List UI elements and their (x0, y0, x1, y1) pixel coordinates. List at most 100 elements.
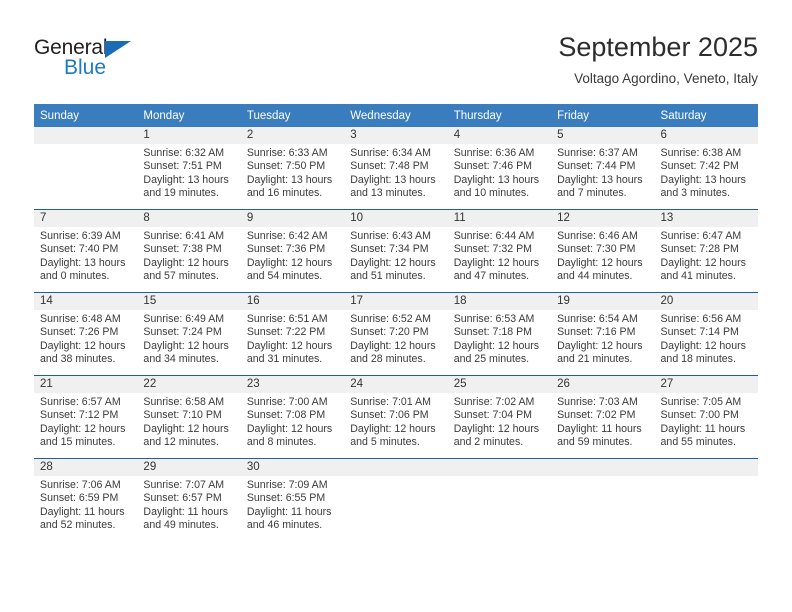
daylight-text-line1: Daylight: 11 hours (40, 505, 125, 518)
day-cell[interactable]: 27 Sunrise: 7:05 AM Sunset: 7:00 PM Dayl… (654, 375, 758, 459)
calendar-page: General Blue September 2025 Voltago Agor… (0, 0, 792, 612)
weekday-header-friday: Friday (551, 104, 655, 127)
daylight-text-line1: Daylight: 12 hours (246, 339, 333, 352)
sunrise-text: Sunrise: 6:46 AM (557, 230, 638, 242)
daylight-text-line2: and 49 minutes. (143, 519, 219, 532)
sunset-text: Sunset: 7:32 PM (453, 243, 533, 256)
day-cell[interactable]: 10 Sunrise: 6:43 AM Sunset: 7:34 PM Dayl… (344, 209, 448, 293)
sunrise-text: Sunrise: 7:00 AM (246, 396, 328, 408)
day-cell[interactable] (654, 458, 758, 541)
day-number: 8 (137, 210, 241, 227)
day-cell[interactable]: 7 Sunrise: 6:39 AM Sunset: 7:40 PM Dayli… (34, 209, 138, 293)
daylight-text-line2: and 10 minutes. (453, 187, 530, 200)
day-cell[interactable]: 6 Sunrise: 6:38 AM Sunset: 7:42 PM Dayli… (654, 127, 758, 210)
day-number: 12 (551, 210, 655, 227)
day-number (551, 459, 655, 476)
day-cell[interactable]: 21 Sunrise: 6:57 AM Sunset: 7:12 PM Dayl… (34, 375, 138, 459)
daylight-text-line1: Daylight: 12 hours (557, 256, 643, 269)
day-cell[interactable]: 11 Sunrise: 6:44 AM Sunset: 7:32 PM Dayl… (447, 209, 552, 293)
sunset-text: Sunset: 7:06 PM (350, 409, 429, 422)
daylight-text-line1: Daylight: 13 hours (350, 173, 436, 186)
day-cell[interactable]: 15 Sunrise: 6:49 AM Sunset: 7:24 PM Dayl… (137, 292, 241, 376)
calendar-table: Sunday Monday Tuesday Wednesday Thursday… (34, 104, 758, 541)
daylight-text-line1: Daylight: 11 hours (557, 422, 642, 435)
sunset-text: Sunset: 7:30 PM (557, 243, 636, 256)
day-cell[interactable]: 16 Sunrise: 6:51 AM Sunset: 7:22 PM Dayl… (240, 292, 345, 376)
weekday-header-thursday: Thursday (447, 104, 552, 127)
sunrise-text: Sunrise: 6:44 AM (453, 230, 535, 242)
sunset-text: Sunset: 7:02 PM (557, 409, 636, 422)
daylight-text-line1: Daylight: 12 hours (40, 422, 126, 435)
sunset-text: Sunset: 7:26 PM (40, 326, 119, 339)
daylight-text-line1: Daylight: 11 hours (143, 505, 229, 518)
day-number: 30 (240, 459, 345, 476)
daylight-text-line1: Daylight: 12 hours (660, 339, 746, 352)
day-cell[interactable]: 24 Sunrise: 7:01 AM Sunset: 7:06 PM Dayl… (344, 375, 448, 459)
day-cell[interactable]: 4 Sunrise: 6:36 AM Sunset: 7:46 PM Dayli… (447, 127, 552, 210)
day-number (344, 459, 448, 476)
sunset-text: Sunset: 7:40 PM (40, 243, 119, 256)
daylight-text-line2: and 41 minutes. (660, 270, 736, 283)
sunset-text: Sunset: 7:34 PM (350, 243, 429, 256)
calendar-header-row: Sunday Monday Tuesday Wednesday Thursday… (34, 104, 758, 127)
daylight-text-line1: Daylight: 12 hours (143, 339, 229, 352)
day-cell[interactable]: 8 Sunrise: 6:41 AM Sunset: 7:38 PM Dayli… (137, 209, 241, 293)
sunrise-text: Sunrise: 6:33 AM (246, 147, 328, 159)
day-cell[interactable]: 22 Sunrise: 6:58 AM Sunset: 7:10 PM Dayl… (137, 375, 241, 459)
day-cell[interactable]: 17 Sunrise: 6:52 AM Sunset: 7:20 PM Dayl… (344, 292, 448, 376)
day-cell[interactable]: 9 Sunrise: 6:42 AM Sunset: 7:36 PM Dayli… (240, 209, 345, 293)
day-cell[interactable]: 3 Sunrise: 6:34 AM Sunset: 7:48 PM Dayli… (344, 127, 448, 210)
day-cell[interactable]: 12 Sunrise: 6:46 AM Sunset: 7:30 PM Dayl… (551, 209, 655, 293)
day-cell[interactable]: 14 Sunrise: 6:48 AM Sunset: 7:26 PM Dayl… (34, 292, 138, 376)
day-number: 27 (654, 376, 758, 393)
sunrise-text: Sunrise: 6:51 AM (246, 313, 328, 325)
daylight-text-line1: Daylight: 12 hours (246, 422, 333, 435)
sunset-text: Sunset: 7:22 PM (246, 326, 326, 339)
sunset-text: Sunset: 7:04 PM (453, 409, 533, 422)
day-cell[interactable] (551, 458, 655, 541)
day-cell[interactable] (344, 458, 448, 541)
sunrise-text: Sunrise: 7:01 AM (350, 396, 431, 408)
day-cell[interactable]: 23 Sunrise: 7:00 AM Sunset: 7:08 PM Dayl… (240, 375, 345, 459)
day-number: 24 (344, 376, 448, 393)
daylight-text-line2: and 34 minutes. (143, 353, 219, 366)
sunset-text: Sunset: 7:16 PM (557, 326, 636, 339)
day-cell[interactable]: 5 Sunrise: 6:37 AM Sunset: 7:44 PM Dayli… (551, 127, 655, 210)
week-row: 7 Sunrise: 6:39 AM Sunset: 7:40 PM Dayli… (34, 209, 758, 293)
daylight-text-line2: and 47 minutes. (453, 270, 530, 283)
day-cell[interactable]: 28 Sunrise: 7:06 AM Sunset: 6:59 PM Dayl… (34, 458, 138, 541)
sunset-text: Sunset: 7:10 PM (143, 409, 222, 422)
weekday-header-saturday: Saturday (654, 104, 758, 127)
day-cell[interactable]: 26 Sunrise: 7:03 AM Sunset: 7:02 PM Dayl… (551, 375, 655, 459)
general-blue-logo[interactable]: General Blue (34, 36, 214, 88)
sunset-text: Sunset: 7:28 PM (660, 243, 739, 256)
day-number: 11 (447, 210, 552, 227)
page-header: General Blue September 2025 Voltago Agor… (0, 0, 792, 96)
day-cell[interactable]: 2 Sunrise: 6:33 AM Sunset: 7:50 PM Dayli… (240, 127, 345, 210)
day-number: 7 (34, 210, 138, 227)
sunset-text: Sunset: 6:57 PM (143, 492, 222, 505)
calendar-body: 1 Sunrise: 6:32 AM Sunset: 7:51 PM Dayli… (34, 127, 758, 541)
day-cell[interactable] (447, 458, 552, 541)
weekday-header-tuesday: Tuesday (240, 104, 345, 127)
day-cell[interactable]: 19 Sunrise: 6:54 AM Sunset: 7:16 PM Dayl… (551, 292, 655, 376)
day-number: 3 (344, 127, 448, 144)
sunset-text: Sunset: 7:46 PM (453, 160, 533, 173)
day-cell[interactable]: 25 Sunrise: 7:02 AM Sunset: 7:04 PM Dayl… (447, 375, 552, 459)
day-cell[interactable]: 1 Sunrise: 6:32 AM Sunset: 7:51 PM Dayli… (137, 127, 241, 210)
day-cell[interactable]: 29 Sunrise: 7:07 AM Sunset: 6:57 PM Dayl… (137, 458, 241, 541)
day-cell[interactable]: 20 Sunrise: 6:56 AM Sunset: 7:14 PM Dayl… (654, 292, 758, 376)
day-number: 13 (654, 210, 758, 227)
day-cell[interactable]: 13 Sunrise: 6:47 AM Sunset: 7:28 PM Dayl… (654, 209, 758, 293)
day-cell[interactable]: 30 Sunrise: 7:09 AM Sunset: 6:55 PM Dayl… (240, 458, 345, 541)
sunset-text: Sunset: 7:08 PM (246, 409, 326, 422)
daylight-text-line1: Daylight: 13 hours (660, 173, 746, 186)
day-cell[interactable]: 18 Sunrise: 6:53 AM Sunset: 7:18 PM Dayl… (447, 292, 552, 376)
page-title: September 2025 (558, 32, 758, 62)
daylight-text-line2: and 54 minutes. (246, 270, 323, 283)
location-subtitle: Voltago Agordino, Veneto, Italy (574, 71, 758, 86)
daylight-text-line2: and 13 minutes. (350, 187, 426, 200)
daylight-text-line1: Daylight: 11 hours (660, 422, 746, 435)
week-row: 21 Sunrise: 6:57 AM Sunset: 7:12 PM Dayl… (34, 375, 758, 459)
day-cell[interactable] (34, 127, 138, 210)
